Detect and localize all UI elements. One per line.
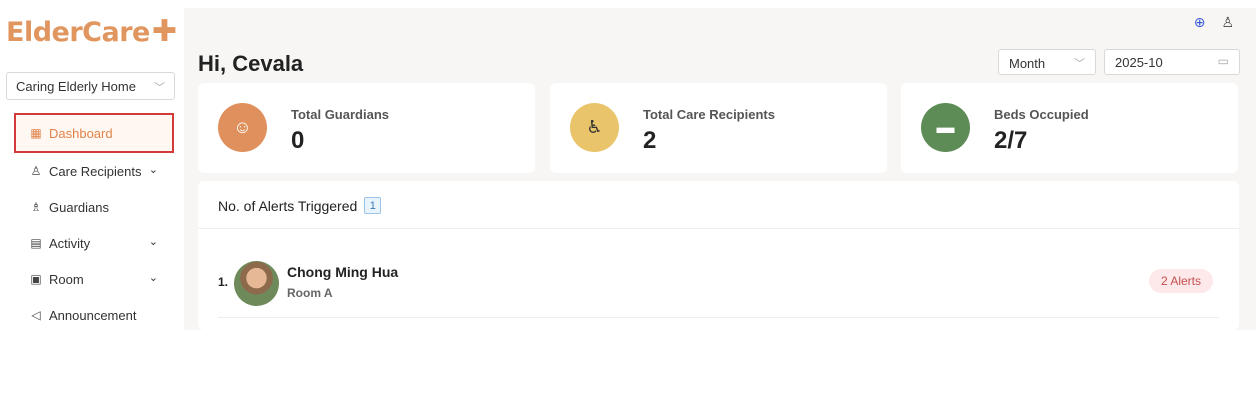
- app-logo[interactable]: ElderCare✚: [6, 14, 177, 49]
- bed-icon: ▬: [921, 103, 970, 152]
- sidebar-item-care-recipients[interactable]: ♙ Care Recipients ⌄: [14, 153, 174, 189]
- calendar-icon: ▭: [1217, 54, 1229, 68]
- stat-value: 0: [291, 127, 305, 154]
- sidebar-item-label: Room: [49, 271, 84, 287]
- stat-label: Beds Occupied: [994, 107, 1089, 122]
- stat-card-beds: ▬ Beds Occupied 2/7: [901, 83, 1238, 173]
- stat-label: Total Care Recipients: [643, 107, 775, 122]
- alerts-header: No. of Alerts Triggered 1: [218, 197, 382, 214]
- stat-label: Total Guardians: [291, 107, 389, 122]
- divider: [198, 228, 1239, 229]
- grid-icon: ▦: [30, 126, 42, 140]
- month-picker[interactable]: 2025-10 ▭: [1104, 49, 1240, 75]
- recipient-name: Chong Ming Hua: [287, 264, 399, 280]
- period-select[interactable]: Month ﹀: [998, 49, 1096, 75]
- guardians-icon: ♗: [30, 200, 42, 214]
- stat-card-care-recipients: ♿ Total Care Recipients 2: [550, 83, 887, 173]
- page-title: Hi, Cevala: [198, 51, 304, 76]
- sidebar-item-label: Announcement: [49, 307, 137, 323]
- sidebar-item-label: Care Recipients: [49, 163, 142, 179]
- top-bar-icons: ⊕ ♙: [1194, 14, 1234, 31]
- organization-select[interactable]: Caring Elderly Home ﹀: [6, 72, 175, 100]
- globe-icon[interactable]: ⊕: [1194, 14, 1206, 31]
- elderly-icon: ♿: [570, 103, 619, 152]
- chevron-down-icon: ⌄: [148, 164, 158, 176]
- main-content: ⊕ ♙ Hi, Cevala Month ﹀ 2025-10 ▭ ☺ Total…: [184, 8, 1256, 330]
- stat-card-guardians: ☺ Total Guardians 0: [198, 83, 535, 173]
- alerts-count-badge: 1: [364, 197, 382, 214]
- alerts-status-badge[interactable]: 2 Alerts: [1148, 269, 1213, 293]
- logo-plus-icon: ✚: [151, 14, 177, 49]
- sidebar: ElderCare✚ Caring Elderly Home ﹀ ▦ Dashb…: [0, 0, 184, 330]
- avatar: [234, 261, 279, 306]
- sidebar-nav: ▦ Dashboard ♙ Care Recipients ⌄ ♗ Guardi…: [14, 113, 174, 330]
- stat-value: 2: [643, 127, 657, 154]
- clipboard-icon: ▤: [30, 236, 42, 250]
- list-item[interactable]: 1. Chong Ming Hua Room A 2 Alerts: [218, 261, 1219, 318]
- recipient-room: Room A: [287, 286, 333, 300]
- stat-value: 2/7: [994, 127, 1028, 154]
- person-icon: ☺: [218, 103, 267, 152]
- alerts-panel: No. of Alerts Triggered 1 1. Chong Ming …: [198, 181, 1239, 330]
- period-select-value: Month: [1009, 56, 1046, 71]
- sidebar-item-dashboard[interactable]: ▦ Dashboard: [14, 113, 174, 153]
- user-icon[interactable]: ♙: [1221, 14, 1234, 31]
- month-picker-value: 2025-10: [1115, 55, 1163, 70]
- sidebar-item-announcement[interactable]: ◁ Announcement: [14, 297, 174, 330]
- sidebar-item-label: Activity: [49, 235, 91, 251]
- room-icon: ▣: [30, 272, 42, 286]
- app: ElderCare✚ Caring Elderly Home ﹀ ▦ Dashb…: [0, 0, 1256, 330]
- list-item-number: 1.: [218, 275, 229, 289]
- megaphone-icon: ◁: [31, 308, 41, 322]
- sidebar-item-room[interactable]: ▣ Room ⌄: [14, 261, 174, 297]
- sidebar-item-activity[interactable]: ▤ Activity ⌄: [14, 225, 174, 261]
- chevron-down-icon: ⌄: [148, 236, 158, 248]
- alerts-title: No. of Alerts Triggered: [218, 197, 358, 214]
- care-recipient-icon: ♙: [30, 164, 42, 178]
- organization-select-value: Caring Elderly Home: [16, 79, 136, 94]
- chevron-down-icon: ﹀: [1074, 58, 1085, 70]
- sidebar-item-label: Guardians: [49, 199, 109, 215]
- chevron-down-icon: ⌄: [148, 272, 158, 284]
- sidebar-item-label: Dashboard: [49, 125, 113, 141]
- sidebar-item-guardians[interactable]: ♗ Guardians: [14, 189, 174, 225]
- logo-text: ElderCare: [6, 17, 150, 48]
- chevron-down-icon: ﹀: [154, 82, 165, 94]
